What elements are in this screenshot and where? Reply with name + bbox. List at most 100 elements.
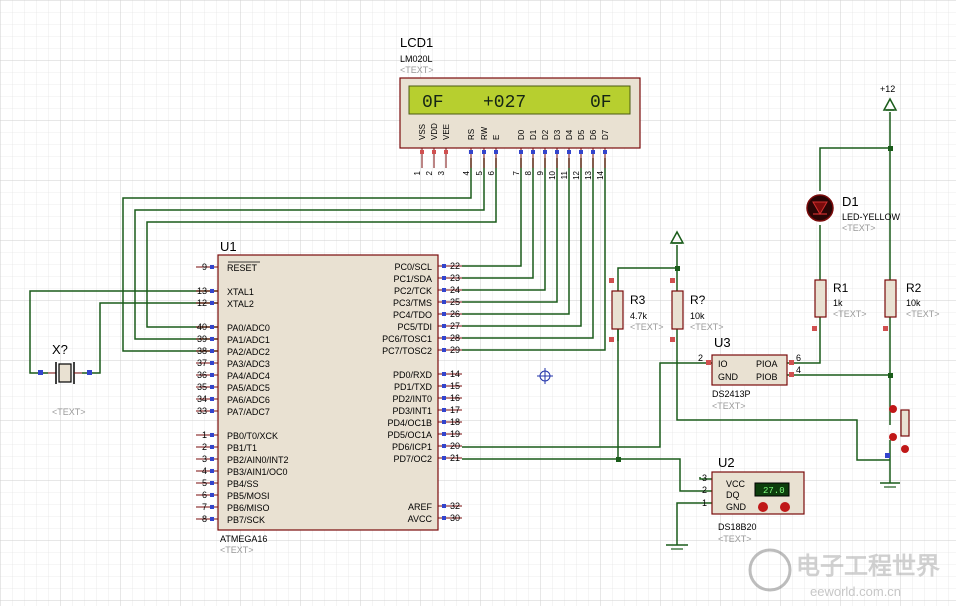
watermark-text: 电子工程世界 bbox=[796, 553, 940, 580]
lcd-pin-number: 3 bbox=[437, 170, 446, 175]
led-ref-label: D1 bbox=[842, 194, 859, 209]
mcu-pin-number: 25 bbox=[450, 297, 460, 307]
mcu-pin-name: PC1/SDA bbox=[393, 274, 432, 284]
lcd-pin-number: 11 bbox=[560, 170, 569, 179]
lcd-pin-name: RS bbox=[467, 129, 476, 140]
r2-ref-label: R2 bbox=[906, 281, 922, 295]
u2-model-label: DS18B20 bbox=[718, 522, 757, 532]
lcd-pin-name: RW bbox=[480, 126, 489, 140]
lcd-display-left: 0F bbox=[422, 93, 444, 113]
mcu-pin-name: PA3/ADC3 bbox=[227, 359, 270, 369]
mcu-pin-name: PD7/OC2 bbox=[393, 454, 432, 464]
lcd-pin-number: 14 bbox=[596, 170, 605, 179]
lcd-pin-name: D0 bbox=[517, 129, 526, 140]
schematic-canvas[interactable]: LCD1 LM020L <TEXT> 0F +027 0F VSS 1 VDD 2 VE… bbox=[0, 0, 956, 606]
rq-ref-label: R? bbox=[690, 293, 706, 307]
mcu-pin-number: 9 bbox=[202, 262, 207, 272]
lcd-pin-number: 2 bbox=[425, 170, 434, 175]
mcu-pin-number: 15 bbox=[450, 381, 460, 391]
mcu-pin-number: 1 bbox=[202, 430, 207, 440]
power-label: +12 bbox=[880, 84, 895, 94]
mcu-pin-number: 6 bbox=[202, 490, 207, 500]
mcu-pin-number: 19 bbox=[450, 429, 460, 439]
mcu-pin-name: PB7/SCK bbox=[227, 515, 265, 525]
mcu-pin-name: PB6/MISO bbox=[227, 503, 270, 513]
mcu-model-label: ATMEGA16 bbox=[220, 534, 267, 544]
crystal-ref-label: X? bbox=[52, 342, 68, 357]
mcu-pin-number: 36 bbox=[197, 370, 207, 380]
mcu-pin-number: 7 bbox=[202, 502, 207, 512]
mcu-pin-number: 27 bbox=[450, 321, 460, 331]
mcu-pin-name: PD4/OC1B bbox=[387, 418, 432, 428]
u2-increase-button[interactable] bbox=[780, 502, 790, 512]
mcu-pin-number: 5 bbox=[202, 478, 207, 488]
lcd-pin-number: 13 bbox=[584, 170, 593, 179]
mcu-pin-name: AVCC bbox=[408, 514, 433, 524]
lcd-pin-name: VSS bbox=[418, 124, 427, 140]
lcd-pin-name: VEE bbox=[442, 124, 451, 140]
mcu-pin-number: 14 bbox=[450, 369, 460, 379]
u2-decrease-button[interactable] bbox=[758, 502, 768, 512]
lcd-ref-label: LCD1 bbox=[400, 35, 433, 50]
r1-value-label: 1k bbox=[833, 298, 843, 308]
mcu-pin-number: 2 bbox=[202, 442, 207, 452]
mcu-pin-name: PB3/AIN1/OC0 bbox=[227, 467, 288, 477]
mcu-pin-name: PD3/INT1 bbox=[392, 406, 432, 416]
mcu-pin-name: PC4/TDO bbox=[393, 310, 432, 320]
mcu-pin-number: 4 bbox=[202, 466, 207, 476]
mcu-pin-name: PA7/ADC7 bbox=[227, 407, 270, 417]
lcd-model-label: LM020L bbox=[400, 54, 433, 64]
u2-pinnum-gnd: 1 bbox=[702, 498, 707, 508]
mcu-pin-number: 38 bbox=[197, 346, 207, 356]
mcu-pin-name: PB2/AIN0/INT2 bbox=[227, 455, 289, 465]
mcu-pin-number: 12 bbox=[197, 298, 207, 308]
mcu-pin-number: 37 bbox=[197, 358, 207, 368]
led-model-label: LED-YELLOW bbox=[842, 212, 901, 222]
mcu-pin-name: PA0/ADC0 bbox=[227, 323, 270, 333]
u2-pin-dq: DQ bbox=[726, 490, 740, 500]
mcu-pin-name: PD2/INT0 bbox=[392, 394, 432, 404]
r3-value-label: 4.7k bbox=[630, 311, 648, 321]
mcu-pin-name: PD6/ICP1 bbox=[392, 442, 432, 452]
lcd-pin-name: D2 bbox=[541, 129, 550, 140]
mcu-pin-number: 16 bbox=[450, 393, 460, 403]
u3-pinnum-io: 2 bbox=[698, 353, 703, 363]
rq-value-label: 10k bbox=[690, 311, 705, 321]
mcu-pin-name: PD5/OC1A bbox=[387, 430, 432, 440]
r2-text-placeholder: <TEXT> bbox=[906, 309, 940, 319]
mcu-pin-number: 30 bbox=[450, 513, 460, 523]
mcu-pin-name: XTAL2 bbox=[227, 299, 254, 309]
u3-model-label: DS2413P bbox=[712, 389, 751, 399]
lcd-pin-number: 1 bbox=[413, 170, 422, 175]
mcu-pin-number: 17 bbox=[450, 405, 460, 415]
lcd-pin-number: 10 bbox=[548, 170, 557, 179]
lcd-pin-name: D3 bbox=[553, 129, 562, 140]
mcu-pin-number: 24 bbox=[450, 285, 460, 295]
mcu-pin-number: 23 bbox=[450, 273, 460, 283]
mcu-text-placeholder: <TEXT> bbox=[220, 545, 254, 555]
lcd-pin-number: 9 bbox=[536, 170, 545, 175]
u2-pinnum-dq: 2 bbox=[702, 485, 707, 495]
u2-pinnum-vcc: 3 bbox=[702, 473, 707, 483]
mcu-pin-name: PA4/ADC4 bbox=[227, 371, 270, 381]
led-text-placeholder: <TEXT> bbox=[842, 223, 876, 233]
mcu-pin-name: PA2/ADC2 bbox=[227, 347, 270, 357]
lcd-pin-name: D7 bbox=[601, 129, 610, 140]
r3-body bbox=[611, 290, 624, 330]
crystal-text-placeholder: <TEXT> bbox=[52, 407, 86, 417]
mcu-pin-number: 32 bbox=[450, 501, 460, 511]
mcu-pin-name: PA1/ADC1 bbox=[227, 335, 270, 345]
rq-body bbox=[671, 290, 684, 330]
lcd-display-right: 0F bbox=[590, 93, 612, 113]
lcd-pin-number: 4 bbox=[462, 170, 471, 175]
mcu-pin-name: PC6/TOSC1 bbox=[382, 334, 432, 344]
mcu-pin-number: 28 bbox=[450, 333, 460, 343]
lcd-pin-number: 5 bbox=[475, 170, 484, 175]
mcu-component[interactable]: U1 9 RESET13 XTAL112 XTAL240 PA0/ADC039 PA1/A… bbox=[196, 239, 462, 555]
u3-text-placeholder: <TEXT> bbox=[712, 401, 746, 411]
mcu-pin-name: XTAL1 bbox=[227, 287, 254, 297]
mcu-ref-label: U1 bbox=[220, 239, 237, 254]
u2-ref-label: U2 bbox=[718, 455, 735, 470]
u3-pin-io: IO bbox=[718, 359, 728, 369]
mcu-pin-name: PC7/TOSC2 bbox=[382, 346, 432, 356]
